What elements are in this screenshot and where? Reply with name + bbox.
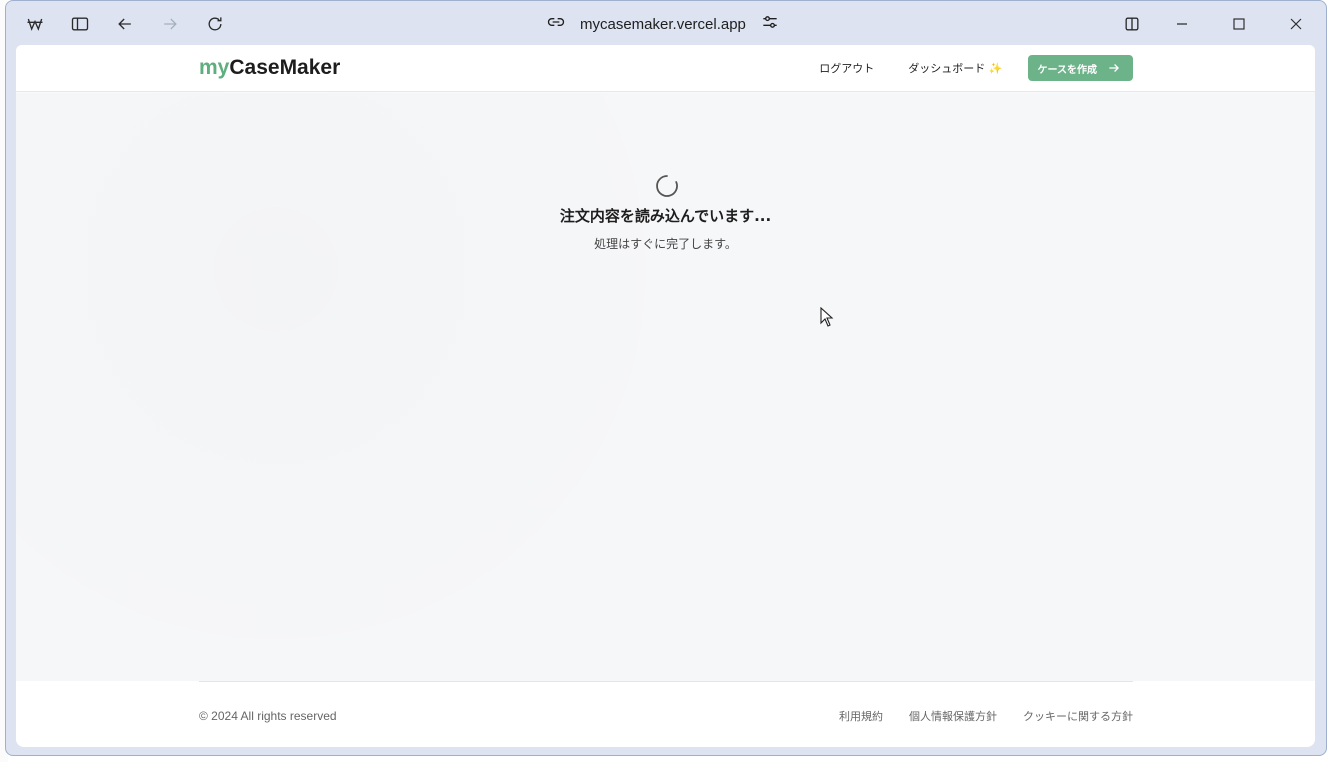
browser-window: mycasemaker.vercel.app myCaseMaker ログアウト… (5, 0, 1327, 756)
cookie-policy-link[interactable]: クッキーに関する方針 (1023, 708, 1133, 724)
footer-links: 利用規約 個人情報保護方針 クッキーに関する方針 (839, 708, 1133, 724)
link-icon (546, 12, 566, 36)
logo-prefix: my (199, 56, 230, 79)
maximize-icon[interactable] (1226, 11, 1252, 37)
loading-spinner-icon (655, 175, 678, 197)
privacy-policy-link[interactable]: 個人情報保護方針 (909, 708, 997, 724)
loading-state: 注文内容を読み込んでいます... 処理はすぐに完了します。 (16, 173, 1315, 252)
site-footer: © 2024 All rights reserved 利用規約 個人情報保護方針… (16, 681, 1315, 747)
logo-main: CaseMaker (229, 56, 341, 79)
logout-link[interactable]: ログアウト (802, 60, 891, 76)
minimize-icon[interactable] (1169, 11, 1195, 37)
page-viewport: myCaseMaker ログアウト ダッシュボード ✨ ケースを作成 注文内容を… (16, 45, 1315, 747)
footer-divider (199, 681, 1133, 682)
site-header: myCaseMaker ログアウト ダッシュボード ✨ ケースを作成 (16, 45, 1315, 92)
loading-subtitle: 処理はすぐに完了します。 (594, 237, 737, 251)
arrow-right-icon (1109, 64, 1119, 72)
desktop: mycasemaker.vercel.app myCaseMaker ログアウト… (0, 0, 1328, 762)
mouse-cursor-icon (820, 307, 834, 327)
app-logo-icon[interactable] (22, 11, 48, 37)
browser-toolbar: mycasemaker.vercel.app (6, 1, 1326, 47)
url-text[interactable]: mycasemaker.vercel.app (580, 16, 746, 33)
back-arrow-icon[interactable] (112, 11, 138, 37)
loading-title: 注文内容を読み込んでいます... (559, 207, 772, 225)
site-nav: ログアウト ダッシュボード ✨ ケースを作成 (802, 55, 1133, 81)
create-case-button[interactable]: ケースを作成 (1027, 55, 1133, 81)
sidebar-toggle-icon[interactable] (67, 11, 93, 37)
site-logo[interactable]: myCaseMaker (199, 56, 340, 80)
close-icon[interactable] (1283, 11, 1309, 37)
tune-icon[interactable] (760, 12, 780, 36)
main-content: 注文内容を読み込んでいます... 処理はすぐに完了します。 (16, 93, 1315, 681)
copyright-text: © 2024 All rights reserved (199, 709, 337, 723)
create-case-label: ケースを作成 (1037, 64, 1098, 76)
split-view-icon[interactable] (1119, 11, 1145, 37)
dashboard-link[interactable]: ダッシュボード ✨ (891, 60, 1019, 76)
address-bar[interactable]: mycasemaker.vercel.app (546, 11, 780, 37)
terms-link[interactable]: 利用規約 (839, 708, 883, 724)
reload-icon[interactable] (202, 11, 228, 37)
forward-arrow-icon[interactable] (157, 11, 183, 37)
